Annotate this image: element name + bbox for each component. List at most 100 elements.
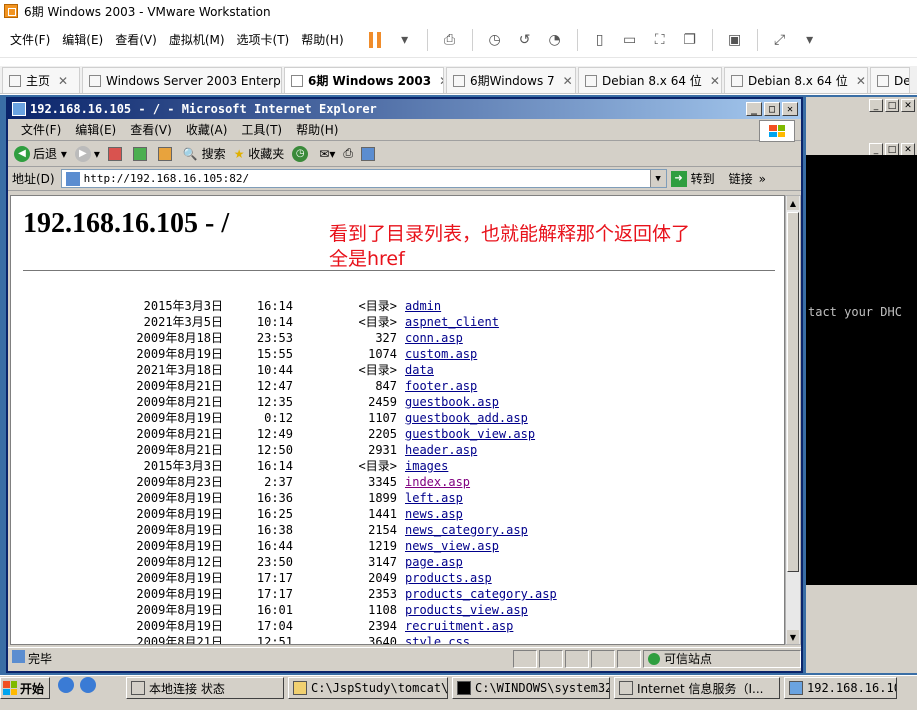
entry-size: <目录> <box>358 459 397 473</box>
task-explorer-jspstudy[interactable]: C:\JspStudy\tomcat\... <box>288 677 448 699</box>
entry-link[interactable]: left.asp <box>405 490 463 506</box>
search-button[interactable]: 🔍 搜索 <box>183 145 226 162</box>
outlook-quicklaunch-icon[interactable] <box>80 677 96 693</box>
send-keys-icon[interactable]: ⎙ <box>439 29 461 51</box>
menu-tabs[interactable]: 选项卡(T) <box>231 31 296 48</box>
close-icon[interactable]: ✕ <box>710 74 720 88</box>
entry-link[interactable]: conn.asp <box>405 330 463 346</box>
close-icon[interactable]: ✕ <box>439 74 443 88</box>
back-button[interactable]: ◀ 后退 ▾ <box>14 145 67 162</box>
entry-size: 1899 <box>368 491 397 505</box>
tab-debian-1[interactable]: Debian 8.x 64 位 ✕ <box>578 67 722 93</box>
close-icon[interactable]: ✕ <box>856 74 866 88</box>
close-button[interactable]: ✕ <box>901 99 915 112</box>
entry-link[interactable]: style.css <box>405 634 470 644</box>
entry-link[interactable]: index.asp <box>405 474 470 490</box>
start-button[interactable]: 开始 <box>0 677 50 699</box>
home-button[interactable] <box>157 146 175 161</box>
stretch-dropdown-icon[interactable]: ▾ <box>799 29 821 51</box>
forward-button[interactable]: ▶ ▾ <box>74 145 100 162</box>
entry-date: 2009年8月23日 <box>136 475 223 489</box>
menu-file[interactable]: 文件(F) <box>4 31 56 48</box>
tab-win2003-enterprise[interactable]: Windows Server 2003 Enterpr...✕ <box>82 67 282 93</box>
entry-link[interactable]: admin <box>405 298 441 314</box>
minimize-button[interactable]: _ <box>746 102 762 116</box>
ie-menu-edit[interactable]: 编辑(E) <box>68 121 123 138</box>
address-input[interactable]: http://192.168.16.105:82/ ▼ <box>60 169 667 188</box>
ie-menu-favorites[interactable]: 收藏(A) <box>179 121 235 138</box>
task-ie[interactable]: 192.168.16.105 <box>784 677 897 699</box>
console-text: tact your DHC <box>808 305 902 319</box>
address-dropdown-icon[interactable]: ▼ <box>649 170 666 187</box>
fullscreen-icon[interactable]: ⛶ <box>649 29 671 51</box>
entry-link[interactable]: news_view.asp <box>405 538 499 554</box>
revert-snapshot-icon[interactable]: ↺ <box>514 29 536 51</box>
print-button[interactable]: ⎙ <box>343 146 353 161</box>
entry-link[interactable]: guestbook.asp <box>405 394 499 410</box>
task-network-status[interactable]: 本地连接 状态 <box>126 677 284 699</box>
scroll-thumb[interactable] <box>787 212 799 572</box>
snapshot-icon[interactable]: ◷ <box>484 29 506 51</box>
thumbnail-bar-icon[interactable]: ▭ <box>619 29 641 51</box>
tab-win2003[interactable]: 6期 Windows 2003 ✕ <box>284 67 444 93</box>
folder-icon <box>293 681 307 695</box>
sidebar-toggle-icon[interactable]: ▯ <box>589 29 611 51</box>
ie-menu-tools[interactable]: 工具(T) <box>234 121 289 138</box>
favorites-button[interactable]: ★ 收藏夹 <box>234 145 285 162</box>
refresh-button[interactable] <box>132 146 150 161</box>
links-button[interactable]: 链接 <box>729 170 753 187</box>
entry-link[interactable]: products_view.asp <box>405 602 528 618</box>
maximize-button[interactable]: □ <box>885 99 899 112</box>
entry-link[interactable]: news_category.asp <box>405 522 528 538</box>
console-icon[interactable]: ▣ <box>724 29 746 51</box>
vertical-scrollbar[interactable]: ▲ ▼ <box>785 195 801 645</box>
close-icon[interactable]: ✕ <box>58 74 68 88</box>
ie-menu-help[interactable]: 帮助(H) <box>289 121 345 138</box>
snapshot-manager-icon[interactable]: ◔ <box>544 29 566 51</box>
chevron-right-icon[interactable]: » <box>759 172 766 186</box>
ie-menu-view[interactable]: 查看(V) <box>123 121 179 138</box>
mail-button[interactable]: ✉ ▾ <box>319 147 335 161</box>
task-cmd[interactable]: C:\WINDOWS\system32... <box>452 677 610 699</box>
task-label: 本地连接 状态 <box>149 681 225 696</box>
menu-view[interactable]: 查看(V) <box>109 31 163 48</box>
tab-win7[interactable]: 6期Windows 7 ✕ <box>446 67 576 93</box>
entry-link[interactable]: custom.asp <box>405 346 477 362</box>
task-iis[interactable]: Internet 信息服务（I... <box>614 677 780 699</box>
go-button[interactable]: ➜ 转到 <box>670 170 715 187</box>
ie-addressbar: 地址(D) http://192.168.16.105:82/ ▼ ➜ 转到 链接… <box>8 167 801 191</box>
entry-link[interactable]: header.asp <box>405 442 477 458</box>
ie-menu-file[interactable]: 文件(F) <box>14 121 68 138</box>
entry-link[interactable]: footer.asp <box>405 378 477 394</box>
unity-icon[interactable]: ❐ <box>679 29 701 51</box>
menu-help[interactable]: 帮助(H) <box>295 31 349 48</box>
stop-button[interactable] <box>107 146 125 161</box>
maximize-button[interactable]: □ <box>764 102 780 116</box>
tab-debian-3[interactable]: De <box>870 67 910 93</box>
entry-link[interactable]: products.asp <box>405 570 492 586</box>
menu-vm[interactable]: 虚拟机(M) <box>163 31 231 48</box>
history-button[interactable]: ◷ <box>292 145 311 162</box>
entry-link[interactable]: products_category.asp <box>405 586 557 602</box>
ie-quicklaunch-icon[interactable] <box>58 677 74 693</box>
entry-link[interactable]: page.asp <box>405 554 463 570</box>
entry-link[interactable]: data <box>405 362 434 378</box>
entry-link[interactable]: news.asp <box>405 506 463 522</box>
close-icon[interactable]: ✕ <box>563 74 573 88</box>
entry-link[interactable]: guestbook_add.asp <box>405 410 528 426</box>
edit-button[interactable] <box>361 146 378 161</box>
stretch-icon[interactable]: ⤢ <box>769 29 791 51</box>
pause-icon[interactable] <box>364 29 386 51</box>
close-button[interactable]: ✕ <box>782 102 798 116</box>
minimize-button[interactable]: _ <box>869 99 883 112</box>
dropdown-arrow-icon[interactable]: ▾ <box>394 29 416 51</box>
entry-link[interactable]: recruitment.asp <box>405 618 513 634</box>
tab-debian-2[interactable]: Debian 8.x 64 位 ✕ <box>724 67 868 93</box>
scroll-down-icon[interactable]: ▼ <box>787 630 799 644</box>
entry-link[interactable]: guestbook_view.asp <box>405 426 535 442</box>
entry-link[interactable]: images <box>405 458 448 474</box>
menu-edit[interactable]: 编辑(E) <box>56 31 109 48</box>
entry-link[interactable]: aspnet_client <box>405 314 499 330</box>
tab-home[interactable]: 主页 ✕ <box>2 67 80 93</box>
scroll-up-icon[interactable]: ▲ <box>787 196 799 210</box>
